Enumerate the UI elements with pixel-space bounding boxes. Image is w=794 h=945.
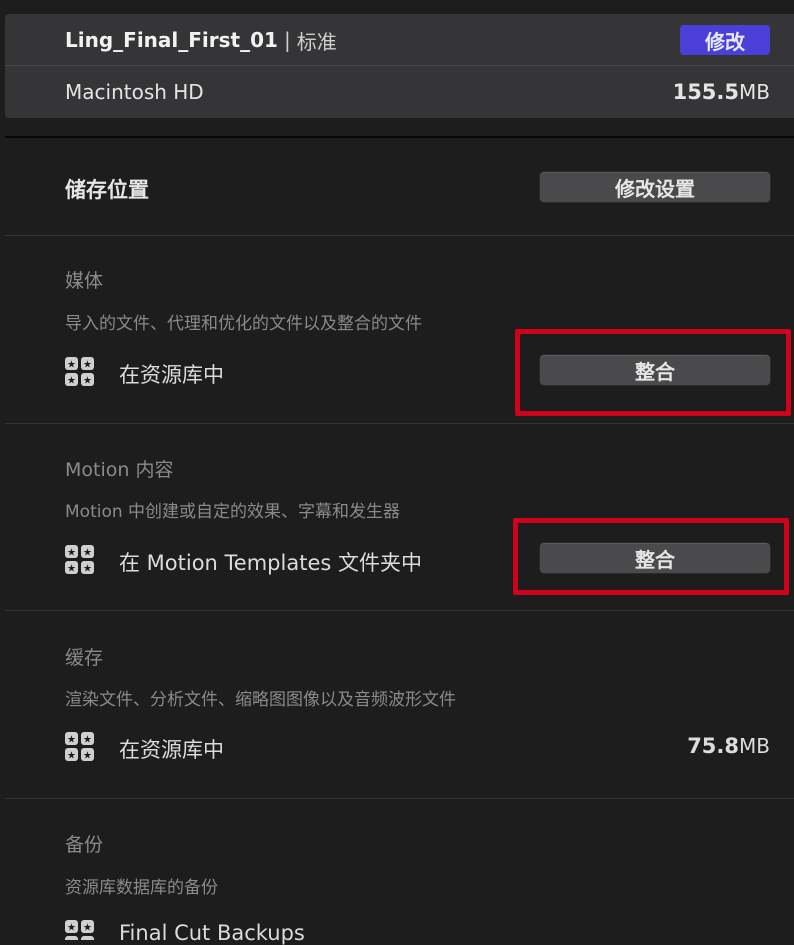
modify-button[interactable]: 修改 (680, 25, 770, 55)
svg-text:★: ★ (83, 564, 92, 575)
modify-settings-button[interactable]: 修改设置 (539, 171, 771, 203)
motion-location: 在 Motion Templates 文件夹中 (119, 551, 422, 575)
library-title-row: Ling_Final_First_01 | 标准 修改 (65, 14, 770, 66)
library-grid-icon: ★ ★ ★ ★ (65, 357, 94, 387)
svg-text:★: ★ (67, 564, 76, 575)
svg-text:★: ★ (83, 376, 92, 387)
svg-text:★: ★ (67, 360, 76, 371)
cache-size: 75.8MB (687, 734, 770, 758)
svg-text:★: ★ (83, 923, 92, 934)
media-section-title: 媒体 (65, 270, 104, 292)
backup-section-title: 备份 (65, 834, 104, 856)
cache-location: 在资源库中 (119, 738, 224, 762)
library-grid-icon: ★ ★ ★ ★ (65, 545, 94, 575)
highlight-box (515, 329, 791, 416)
library-name: Ling_Final_First_01 (65, 28, 278, 52)
divider (5, 798, 794, 799)
section-separator (5, 136, 794, 138)
library-grid-icon: ★ ★ (65, 920, 94, 940)
title-separator: | (283, 28, 291, 52)
volume-name: Macintosh HD (65, 80, 204, 104)
backup-location: Final Cut Backups (119, 921, 305, 945)
svg-text:★: ★ (67, 735, 76, 746)
svg-text:★: ★ (83, 360, 92, 371)
backup-section-description: 资源库数据库的备份 (65, 878, 218, 898)
library-header: Ling_Final_First_01 | 标准 修改 Macintosh HD… (5, 14, 794, 118)
svg-text:★: ★ (83, 548, 92, 559)
storage-location-title: 储存位置 (65, 178, 149, 202)
library-grid-icon: ★ ★ ★ ★ (65, 732, 94, 762)
svg-text:★: ★ (67, 923, 76, 934)
svg-text:★: ★ (83, 751, 92, 762)
library-size-unit: MB (739, 80, 770, 104)
volume-row: Macintosh HD 155.5MB (65, 66, 770, 118)
motion-section-title: Motion 内容 (65, 459, 174, 481)
cache-section-description: 渲染文件、分析文件、缩略图图像以及音频波形文件 (65, 690, 456, 710)
svg-text:★: ★ (67, 376, 76, 387)
divider (5, 423, 794, 424)
cache-size-value: 75.8 (687, 734, 740, 758)
library-size-value: 155.5 (672, 80, 740, 104)
highlight-box (513, 518, 789, 595)
svg-text:★: ★ (83, 735, 92, 746)
svg-text:★: ★ (67, 548, 76, 559)
svg-text:★: ★ (67, 751, 76, 762)
cache-size-unit: MB (739, 734, 770, 758)
media-location: 在资源库中 (119, 363, 224, 387)
library-type: 标准 (296, 29, 337, 54)
cache-section-title: 缓存 (65, 647, 104, 669)
motion-section-description: Motion 中创建或自定的效果、字幕和发生器 (65, 502, 401, 522)
library-size: 155.5MB (673, 80, 770, 104)
divider (5, 235, 794, 236)
media-section-description: 导入的文件、代理和优化的文件以及整合的文件 (65, 314, 422, 334)
divider (5, 610, 794, 611)
